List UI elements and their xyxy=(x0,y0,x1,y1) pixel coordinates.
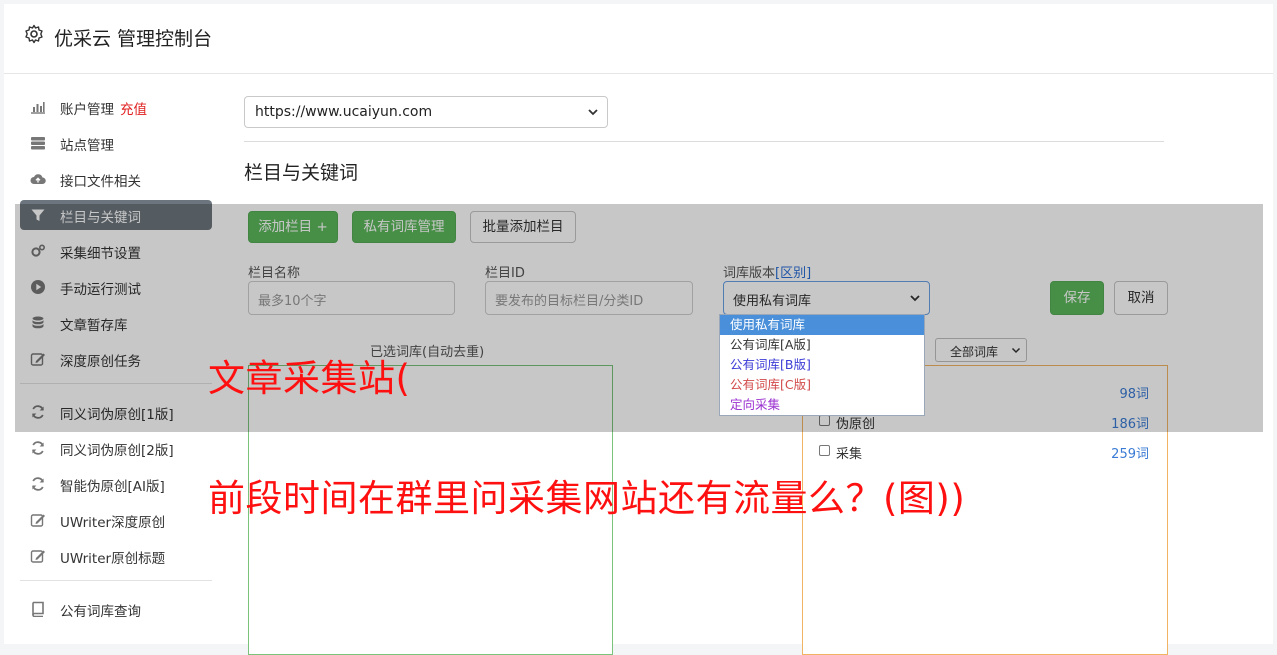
overlay-caption-line2: 前段时间在群里问采集网站还有流量么？(图)) xyxy=(208,477,966,520)
cloud-upload-icon xyxy=(30,174,46,184)
lib-version-dropdown: 使用私有词库 公有词库[A版] 公有词库[B版] 公有词库[C版] 定向采集 xyxy=(719,314,925,416)
app-title: 优采云 管理控制台 xyxy=(54,28,213,50)
dropdown-option[interactable]: 公有词库[C版] xyxy=(720,375,924,395)
recharge-link[interactable]: 充值 xyxy=(120,102,147,118)
divider xyxy=(244,141,1164,142)
page-title: 栏目与关键词 xyxy=(244,162,359,184)
dropdown-option[interactable]: 使用私有词库 xyxy=(720,315,924,335)
sidebar-item-label: 智能伪原创[AI版] xyxy=(60,479,165,495)
sidebar-item-account[interactable]: 账户管理 充值 xyxy=(20,92,212,122)
sidebar-item-sites[interactable]: 站点管理 xyxy=(20,128,212,158)
refresh-icon xyxy=(32,441,44,455)
dropdown-option[interactable]: 公有词库[A版] xyxy=(720,335,924,355)
dropdown-option[interactable]: 定向采集 xyxy=(720,395,924,415)
modal-overlay xyxy=(15,204,1263,432)
sidebar-item-label: 账户管理 xyxy=(60,102,114,118)
sidebar-item-synonym-v2[interactable]: 同义词伪原创[2版] xyxy=(20,433,212,463)
lib-count: 259词 xyxy=(1111,447,1149,462)
lib-name: 采集 xyxy=(836,447,863,462)
sidebar-item-label: UWriter原创标题 xyxy=(60,551,166,567)
site-select-value: https://www.ucaiyun.com xyxy=(255,104,433,120)
sidebar-item-label: 站点管理 xyxy=(60,138,114,154)
sidebar-item-uwriter-deep[interactable]: UWriter深度原创 xyxy=(20,505,212,535)
sidebar-item-public-lib[interactable]: 公有词库查询 xyxy=(20,594,212,624)
overlay-caption-line1: 文章采集站( xyxy=(208,357,411,400)
chevron-down-icon xyxy=(588,109,598,116)
lib-checkbox[interactable] xyxy=(819,445,830,456)
header: 优采云 管理控制台 xyxy=(4,4,1273,74)
sidebar-item-label: 接口文件相关 xyxy=(60,174,141,190)
dropdown-option[interactable]: 公有词库[B版] xyxy=(720,355,924,375)
sidebar-item-ai-original[interactable]: 智能伪原创[AI版] xyxy=(20,469,212,499)
site-select[interactable]: https://www.ucaiyun.com xyxy=(244,96,608,128)
book-icon xyxy=(32,601,44,617)
sidebar-item-label: 同义词伪原创[2版] xyxy=(60,443,174,459)
server-icon xyxy=(31,137,45,150)
refresh-icon xyxy=(32,477,44,491)
sidebar-item-label: UWriter深度原创 xyxy=(60,515,166,531)
bar-chart-icon xyxy=(31,102,45,114)
sidebar-item-interface[interactable]: 接口文件相关 xyxy=(20,164,212,194)
sidebar-divider xyxy=(20,580,212,581)
edit-icon xyxy=(30,514,45,527)
sidebar-item-uwriter-title[interactable]: UWriter原创标题 xyxy=(20,541,212,571)
edit-icon xyxy=(30,550,45,563)
gear-icon xyxy=(25,24,43,44)
sidebar-item-label: 公有词库查询 xyxy=(60,604,141,620)
